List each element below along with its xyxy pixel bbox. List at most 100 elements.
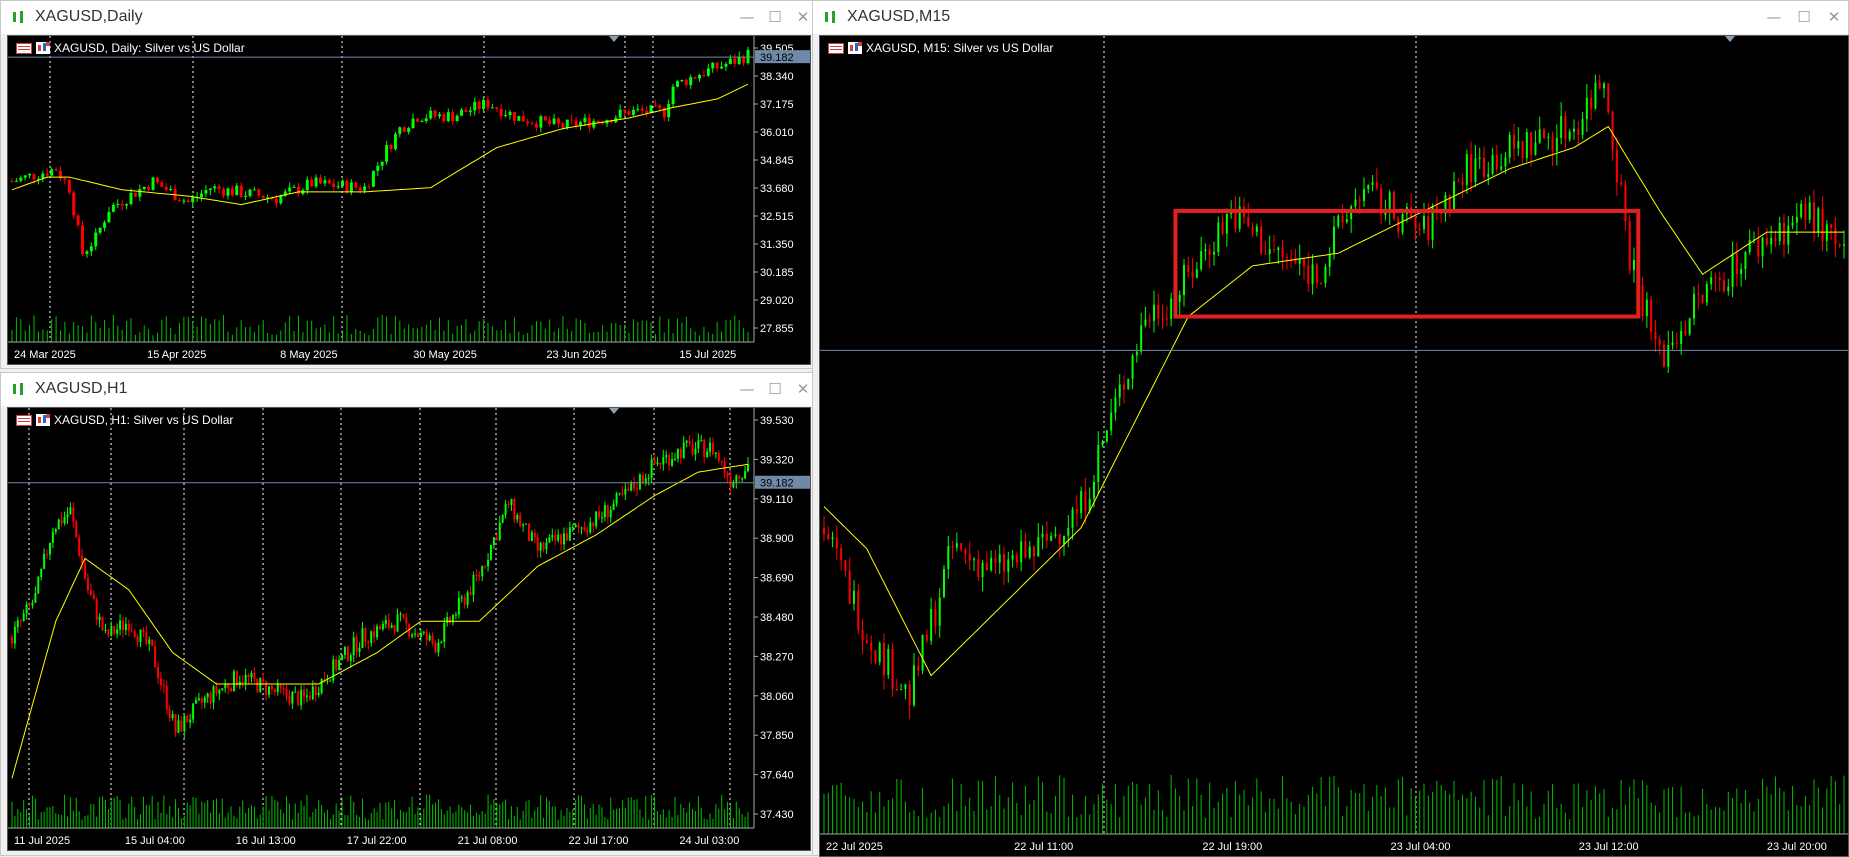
candle-body — [235, 671, 238, 686]
candle-body — [124, 623, 127, 631]
candle-body — [1804, 203, 1807, 220]
minimize-icon[interactable]: — — [736, 6, 758, 28]
m15-chart-area[interactable]: 22 Jul 2025 22 Jul 11:00 22 Jul 19:00 23 Ju… — [819, 35, 1849, 857]
candle-body — [596, 120, 600, 122]
candle-body — [1320, 282, 1323, 284]
candle-body — [32, 173, 36, 180]
h1-chart-area[interactable]: 39.530 39.320 39.110 38.900 38.690 38.480 38.2… — [7, 407, 811, 851]
close-icon[interactable]: ✕ — [792, 378, 814, 400]
price-axis-label: 38.270 — [760, 651, 794, 663]
candle-body — [104, 629, 107, 631]
candle-body — [54, 529, 57, 532]
candle-body — [169, 189, 173, 191]
candle-body — [645, 110, 649, 114]
candle-body — [684, 79, 688, 86]
candle-body — [1470, 154, 1473, 183]
candle-body — [244, 195, 248, 197]
candle-body — [364, 628, 367, 642]
candle-body — [1028, 546, 1031, 558]
candle-body — [407, 128, 411, 132]
candle-body — [415, 118, 419, 122]
candle-body — [1217, 222, 1220, 252]
candle-body — [1024, 541, 1027, 558]
candle-body — [1384, 212, 1387, 215]
candle-body — [48, 542, 51, 555]
candle-body — [1731, 253, 1734, 287]
maximize-icon[interactable]: ☐ — [764, 6, 786, 28]
symbol-header: XAGUSD, H1: Silver vs US Dollar — [16, 412, 233, 428]
minimize-icon[interactable]: — — [736, 378, 758, 400]
candle-body — [545, 542, 548, 550]
close-icon[interactable]: ✕ — [1823, 6, 1845, 28]
time-axis-label: 15 Jul 2025 — [679, 349, 736, 361]
daily-chart-area[interactable]: 39.505 38.340 37.175 36.010 34.845 33.680 32.5… — [7, 35, 811, 365]
candle-body — [998, 554, 1001, 563]
candle-body — [279, 195, 283, 204]
maximize-icon[interactable]: ☐ — [1793, 6, 1815, 28]
candle-body — [1097, 445, 1100, 483]
candle-body — [1247, 217, 1250, 227]
candle-body — [1551, 136, 1554, 152]
candle-body — [495, 107, 499, 110]
candle-body — [1324, 266, 1327, 284]
candle-body — [1401, 213, 1404, 233]
close-icon[interactable]: ✕ — [792, 6, 814, 28]
candle-body — [1560, 116, 1563, 139]
candle-body — [486, 99, 490, 108]
candle-body — [341, 180, 345, 187]
candle-body — [217, 186, 221, 190]
candle-body — [67, 179, 71, 193]
candle-body — [215, 686, 218, 694]
time-axis-label: 15 Jul 04:00 — [125, 835, 185, 847]
candle-body — [11, 636, 13, 644]
window-titlebar[interactable]: XAGUSD,Daily — ☐ ✕ — [1, 1, 815, 34]
candle-body — [230, 688, 233, 691]
candle-body — [1294, 257, 1297, 264]
candle-body — [539, 542, 542, 551]
candle-body — [1178, 295, 1181, 302]
candle-body — [702, 75, 706, 77]
candle-body — [943, 569, 945, 598]
window-title: XAGUSD,M15 — [847, 8, 951, 25]
time-axis-label: 23 Jul 04:00 — [1391, 841, 1451, 853]
candle-body — [34, 593, 37, 603]
candle-body — [57, 519, 60, 530]
candle-body — [724, 64, 728, 67]
candle-body — [449, 616, 452, 623]
candle-body — [332, 183, 336, 187]
candle-body — [1675, 342, 1678, 344]
symbol-flag-icon — [16, 42, 32, 54]
candle-body — [1123, 384, 1125, 390]
minimize-icon[interactable]: — — [1763, 6, 1785, 28]
candle-body — [640, 108, 644, 111]
candle-body — [934, 609, 937, 626]
candle-body — [1105, 430, 1108, 442]
candle-body — [985, 562, 988, 571]
window-titlebar[interactable]: XAGUSD,H1 — ☐ ✕ — [1, 373, 815, 406]
candle-body — [552, 118, 556, 124]
maximize-icon[interactable]: ☐ — [764, 378, 786, 400]
candle-body — [311, 686, 314, 700]
candle-body — [539, 116, 543, 128]
candle-body — [1221, 222, 1224, 234]
price-axis-label: 39.110 — [760, 494, 793, 506]
chart-shift-marker-icon[interactable] — [609, 36, 619, 42]
window-titlebar[interactable]: XAGUSD,M15 — ☐ ✕ — [813, 1, 1848, 34]
candle-body — [257, 189, 261, 196]
candle-body — [1273, 249, 1275, 251]
candle-body — [341, 654, 344, 661]
candle-body — [1354, 199, 1357, 207]
candle-body — [414, 633, 417, 635]
chart-shift-marker-icon[interactable] — [609, 408, 619, 414]
price-axis-label: 37.640 — [760, 770, 794, 782]
candle-body — [733, 58, 737, 64]
candle-body — [711, 442, 714, 454]
candle-body — [164, 186, 168, 190]
candle-body — [393, 133, 397, 150]
chart-shift-marker-icon[interactable] — [1725, 36, 1735, 42]
candle-body — [717, 452, 720, 462]
candle-body — [1131, 355, 1134, 379]
time-axis-label: 30 May 2025 — [413, 349, 477, 361]
candle-body — [232, 671, 235, 691]
candle-body — [711, 62, 715, 69]
